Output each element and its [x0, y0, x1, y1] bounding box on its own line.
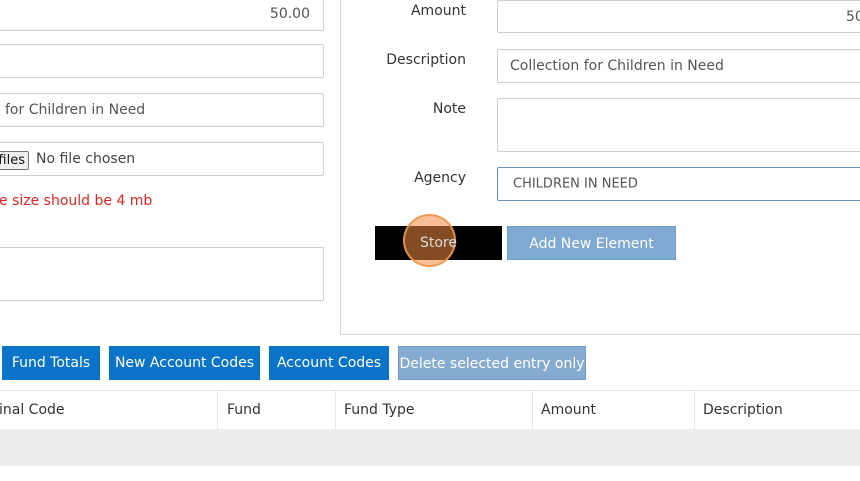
description-field[interactable]: Collection for Children in Need — [497, 49, 860, 83]
amount-field[interactable]: 50 — [497, 0, 860, 33]
store-button-label: Store — [419, 235, 457, 251]
left-amount-field[interactable]: 50.00 — [0, 0, 324, 31]
fund-totals-button[interactable]: Fund Totals — [2, 346, 100, 380]
column-divider — [217, 391, 218, 430]
add-new-element-button[interactable]: Add New Element — [507, 226, 676, 260]
amount-value: 50 — [846, 8, 860, 25]
account-codes-button[interactable]: Account Codes — [269, 346, 389, 380]
new-account-codes-button[interactable]: New Account Codes — [109, 346, 260, 380]
file-status-text: No file chosen — [36, 151, 136, 167]
note-textarea[interactable] — [497, 98, 860, 152]
agency-value: CHILDREN IN NEED — [513, 176, 638, 192]
note-label: Note — [432, 101, 466, 117]
column-divider — [694, 391, 695, 430]
table-row[interactable] — [0, 429, 860, 466]
left-description-field[interactable]: for Children in Need — [0, 93, 324, 127]
delete-selected-button[interactable]: Delete selected entry only — [398, 346, 586, 380]
column-header-amount[interactable]: Amount — [541, 391, 596, 430]
store-button[interactable]: Store — [375, 226, 502, 260]
table-header: inal Code Fund Fund Type Amount Descript… — [0, 390, 860, 430]
column-header-fund[interactable]: Fund — [227, 391, 261, 430]
choose-files-button[interactable]: files — [0, 151, 29, 170]
file-size-warning: e size should be 4 mb — [0, 193, 153, 209]
description-value: Collection for Children in Need — [510, 58, 724, 74]
column-header-code[interactable]: inal Code — [0, 391, 65, 430]
column-header-description[interactable]: Description — [703, 391, 783, 430]
file-input[interactable]: files No file chosen — [0, 142, 324, 176]
left-amount-value: 50.00 — [269, 5, 310, 22]
left-description-value: for Children in Need — [5, 102, 146, 118]
column-divider — [532, 391, 533, 430]
column-header-fund-type[interactable]: Fund Type — [344, 391, 415, 430]
left-blank-field[interactable] — [0, 44, 324, 78]
column-divider — [335, 391, 336, 430]
description-label: Description — [386, 52, 466, 68]
amount-label: Amount — [410, 3, 466, 19]
left-note-textarea[interactable] — [0, 247, 324, 301]
agency-select[interactable]: CHILDREN IN NEED — [497, 167, 860, 201]
agency-label: Agency — [414, 170, 466, 186]
